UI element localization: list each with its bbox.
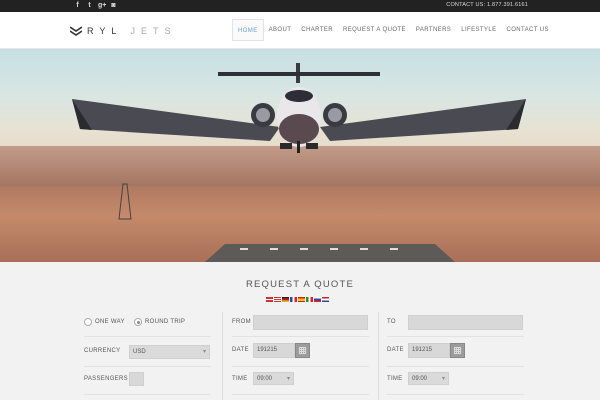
one-way-label: ONE WAY — [95, 319, 125, 325]
passengers-input[interactable] — [129, 372, 144, 386]
separator — [232, 394, 369, 395]
return-date-input[interactable]: 191215 — [408, 343, 450, 358]
return-date-label: DATE — [387, 347, 404, 353]
currency-select[interactable]: USD — [129, 345, 210, 359]
departure-date-input[interactable]: 191215 — [253, 343, 295, 358]
separator — [84, 394, 211, 395]
google-plus-icon[interactable]: g+ — [98, 2, 106, 9]
logo[interactable]: RYL JETS — [70, 26, 177, 36]
contact-phone: CONTACT US: 1.877.391.6161 — [446, 2, 528, 8]
logo-text-light: JETS — [130, 26, 177, 36]
instagram-icon[interactable]: ◙ — [110, 2, 117, 9]
one-way-radio[interactable]: ONE WAY — [84, 318, 125, 326]
facebook-icon[interactable]: f — [74, 2, 81, 9]
french-flag[interactable] — [290, 297, 297, 302]
english-flag[interactable] — [266, 297, 273, 302]
separator — [232, 366, 369, 367]
separator — [84, 336, 211, 337]
round-trip-label: ROUND TRIP — [145, 319, 186, 325]
request-quote-title: REQUEST A QUOTE — [245, 279, 355, 290]
separator — [387, 336, 524, 337]
departure-date-label: DATE — [232, 347, 249, 353]
nav-charter[interactable]: CHARTER — [296, 19, 338, 41]
return-time-label: TIME — [387, 376, 403, 382]
round-trip-radio-dot[interactable] — [134, 318, 142, 326]
nav-partners[interactable]: PARTNERS — [411, 19, 456, 41]
from-label: FROM — [232, 319, 251, 325]
dutch-flag[interactable] — [322, 297, 329, 302]
column-divider — [222, 312, 223, 400]
nav-about[interactable]: ABOUT — [264, 19, 297, 41]
language-flags — [266, 297, 329, 302]
return-time-select[interactable]: 09:00 — [408, 372, 449, 385]
to-input[interactable] — [408, 315, 523, 330]
round-trip-radio[interactable]: ROUND TRIP — [134, 318, 185, 326]
separator — [232, 336, 369, 337]
to-label: TO — [387, 319, 396, 325]
italian-flag[interactable] — [306, 297, 313, 302]
column-divider — [378, 312, 379, 400]
separator — [387, 366, 524, 367]
departure-time-select[interactable]: 09:00 — [253, 372, 294, 385]
nav-home[interactable]: HOME — [232, 19, 264, 41]
main-nav: HOME ABOUT CHARTER REQUEST A QUOTE PARTN… — [232, 19, 554, 41]
logo-text-bold: RYL — [87, 26, 123, 36]
one-way-radio-dot[interactable] — [84, 318, 92, 326]
german-flag[interactable] — [282, 297, 289, 302]
nav-request-a-quote[interactable]: REQUEST A QUOTE — [338, 19, 411, 41]
currency-label: CURRENCY — [84, 348, 121, 354]
nav-contact-us[interactable]: CONTACT US — [502, 19, 554, 41]
separator — [84, 366, 211, 367]
departure-calendar-icon[interactable] — [295, 343, 310, 358]
passengers-label: PASSENGERS — [84, 376, 128, 382]
nav-lifestyle[interactable]: LIFESTYLE — [456, 19, 501, 41]
russian-flag[interactable] — [314, 297, 321, 302]
return-calendar-icon[interactable] — [450, 343, 465, 358]
american-flag[interactable] — [274, 297, 281, 302]
separator — [387, 394, 524, 395]
logo-text: RYL JETS — [87, 26, 177, 36]
hero-image — [0, 49, 600, 262]
social-links: f t g+ ◙ — [74, 2, 117, 9]
logo-chevron-icon — [70, 26, 82, 36]
spanish-flag[interactable] — [298, 297, 305, 302]
top-bar: f t g+ ◙ CONTACT US: 1.877.391.6161 — [0, 0, 600, 12]
private-jet-image — [72, 63, 526, 250]
navbar: RYL JETS HOME ABOUT CHARTER REQUEST A QU… — [0, 12, 600, 49]
twitter-icon[interactable]: t — [86, 2, 93, 9]
from-input[interactable] — [253, 315, 368, 330]
departure-time-label: TIME — [232, 376, 248, 382]
